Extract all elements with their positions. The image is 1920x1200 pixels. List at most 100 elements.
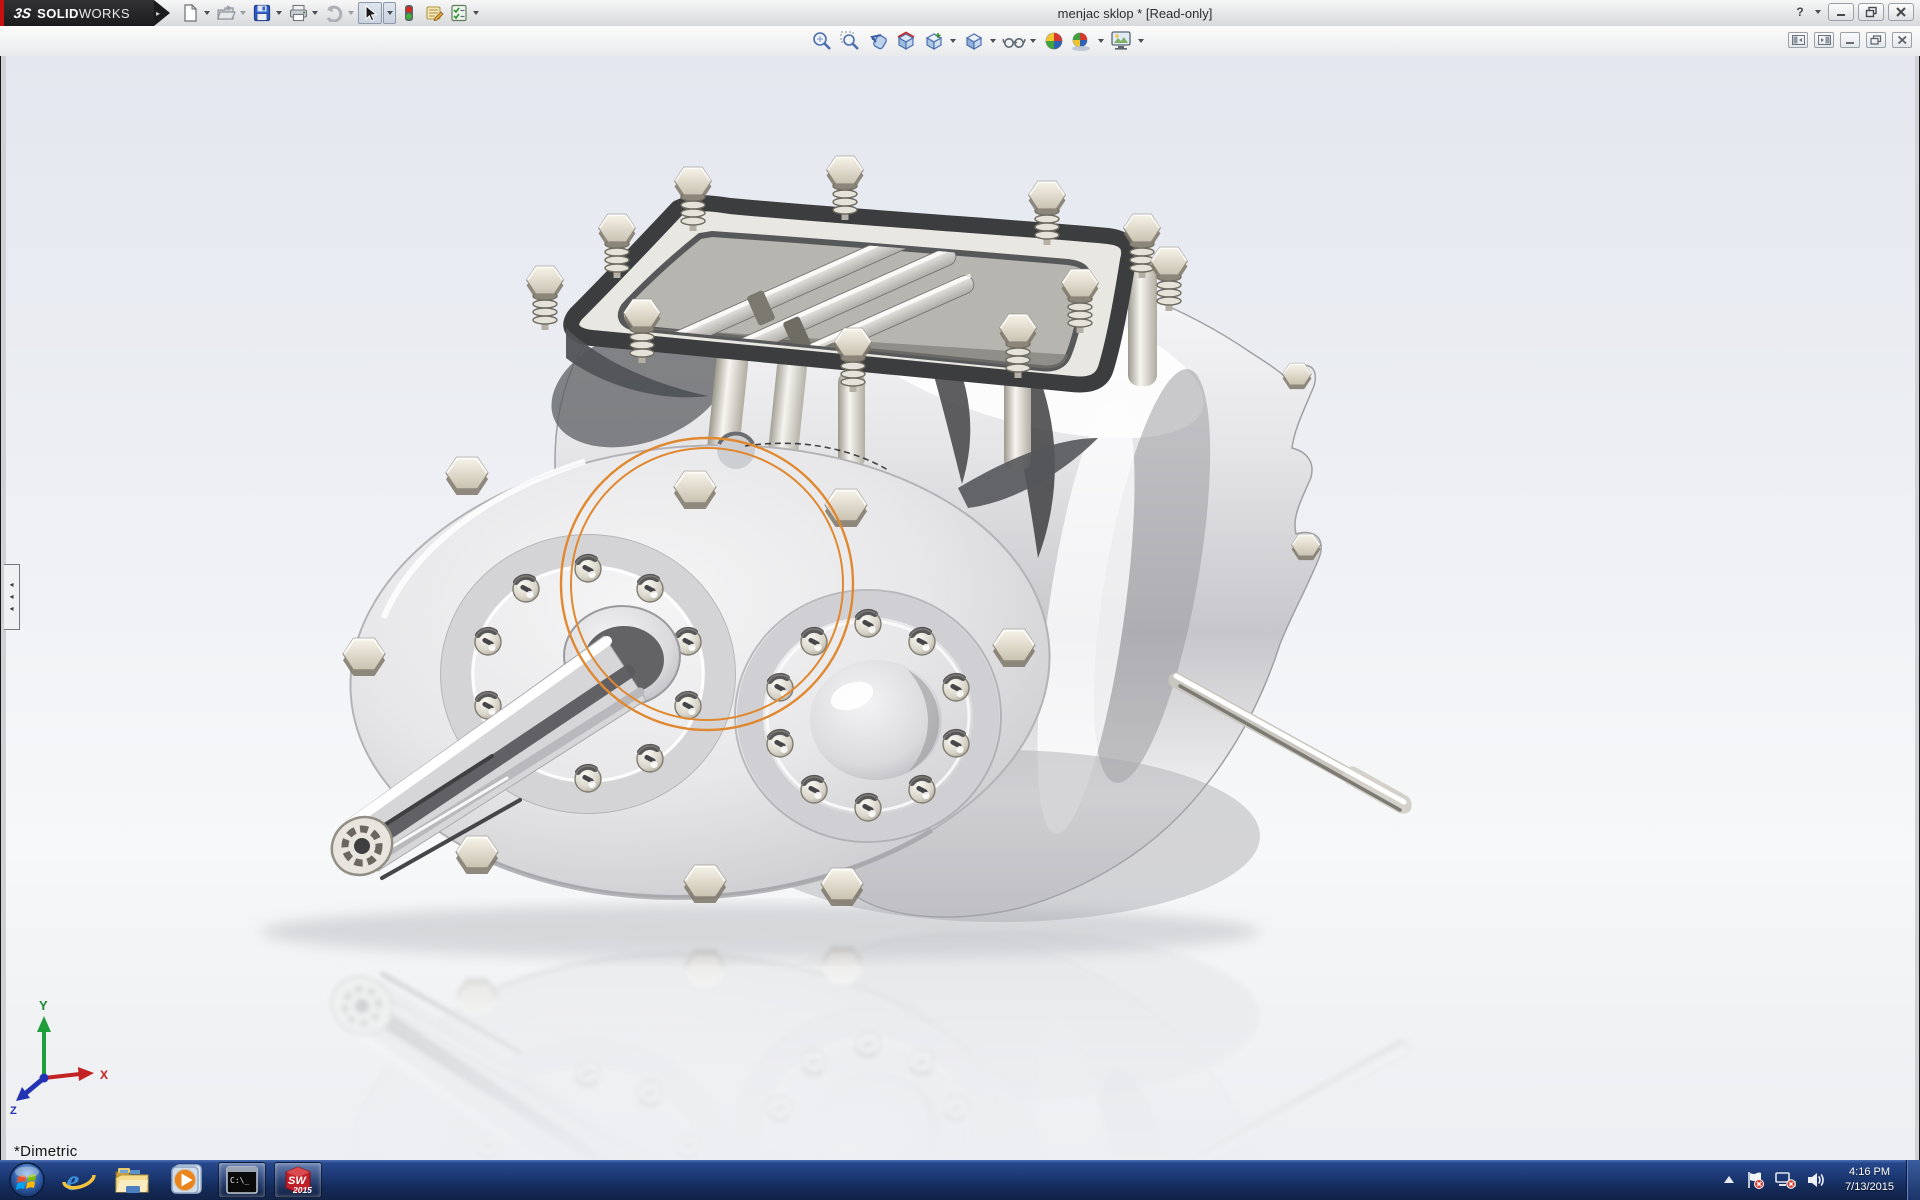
doc-restore-icon: [1870, 35, 1882, 45]
close-button[interactable]: [1888, 3, 1914, 21]
print-dropdown-caret[interactable]: [312, 11, 318, 15]
previous-view-icon: [867, 30, 889, 52]
hide-show-items-button[interactable]: [1001, 29, 1027, 53]
feature-manager-collapsed-tab[interactable]: ◂ ◂ ◂: [4, 564, 20, 630]
speaker-icon: [1807, 1171, 1827, 1189]
view-orientation-icon: [923, 30, 945, 52]
view-orientation-button[interactable]: [921, 29, 947, 53]
comment-button[interactable]: [422, 2, 446, 24]
design-checker-button[interactable]: [447, 2, 471, 24]
taskbar-solidworks-button[interactable]: SW 2015: [274, 1162, 322, 1198]
brand-solid: SOLID: [37, 6, 79, 21]
doc-restore-button[interactable]: [1866, 32, 1886, 48]
restore-icon: [1865, 6, 1878, 18]
model-reflection: [0, 926, 1920, 1160]
view-settings-icon: [1110, 30, 1134, 52]
action-center-button[interactable]: [1745, 1171, 1765, 1189]
start-button[interactable]: [6, 1160, 48, 1200]
view-tools-group: [809, 29, 1147, 53]
expand-arrow-icon: ◂: [9, 579, 13, 591]
tray-expand-arrow-icon: [1723, 1175, 1735, 1185]
graphics-area[interactable]: ◂ ◂ ◂ Y X Z *Dimetric: [0, 56, 1920, 1160]
display-style-button[interactable]: [961, 29, 987, 53]
network-status-button[interactable]: [1775, 1171, 1797, 1189]
new-document-button[interactable]: [178, 2, 202, 24]
x-axis-arrow-icon: [78, 1067, 94, 1081]
tray-expand-button[interactable]: [1723, 1175, 1735, 1185]
open-button[interactable]: [214, 2, 238, 24]
solidworks-2015-icon: SW 2015: [281, 1164, 315, 1196]
pane-right-toggle[interactable]: [1814, 32, 1834, 48]
help-button[interactable]: ?: [1790, 3, 1810, 21]
minimize-button[interactable]: [1828, 3, 1854, 21]
select-dropdown-caret: [387, 11, 393, 15]
apply-scene-caret[interactable]: [1098, 39, 1104, 43]
show-desktop-button[interactable]: [1906, 1160, 1920, 1200]
open-dropdown-caret[interactable]: [240, 11, 246, 15]
taskbar-cmd-button[interactable]: C:\_: [218, 1162, 266, 1198]
lights-button[interactable]: [397, 2, 421, 24]
x-axis-label: X: [100, 1068, 108, 1082]
3d-model-scene: [0, 56, 1920, 1160]
save-dropdown-caret[interactable]: [276, 11, 282, 15]
view-settings-button[interactable]: [1109, 29, 1135, 53]
help-dropdown-caret[interactable]: [1815, 10, 1821, 14]
open-folder-icon: [217, 4, 236, 22]
zoom-to-area-button[interactable]: [837, 29, 863, 53]
ds-logo-mark: 3S: [13, 5, 32, 21]
section-view-icon: [895, 30, 917, 52]
system-tray: 4:16 PM 7/13/2015: [1723, 1160, 1902, 1200]
clock-time: 4:16 PM: [1845, 1165, 1894, 1180]
apply-scene-icon: [1070, 30, 1094, 52]
pane-left-toggle[interactable]: [1788, 32, 1808, 48]
restore-button[interactable]: [1858, 3, 1884, 21]
select-button[interactable]: [358, 2, 382, 24]
expand-arrow-icon: ◂: [9, 603, 13, 615]
select-dropdown[interactable]: [383, 2, 396, 24]
undo-button[interactable]: [322, 2, 346, 24]
doc-minimize-button[interactable]: [1840, 32, 1860, 48]
save-button[interactable]: [250, 2, 274, 24]
doc-minimize-icon: [1845, 35, 1856, 45]
volume-button[interactable]: [1807, 1171, 1827, 1189]
sw-year: 2015: [292, 1185, 312, 1195]
internet-explorer-icon: e: [61, 1163, 97, 1197]
network-icon: [1775, 1171, 1797, 1189]
new-dropdown-caret[interactable]: [204, 11, 210, 15]
tray-clock[interactable]: 4:16 PM 7/13/2015: [1837, 1165, 1902, 1195]
doc-close-button[interactable]: [1892, 32, 1912, 48]
windows-taskbar: e: [0, 1160, 1920, 1200]
logo-flyout-arrow-icon[interactable]: ▸: [154, 0, 170, 26]
hide-show-caret[interactable]: [1030, 39, 1036, 43]
undo-dropdown-caret[interactable]: [348, 11, 354, 15]
viewport-pane-controls: [1788, 32, 1912, 48]
apply-scene-button[interactable]: [1069, 29, 1095, 53]
svg-text:e: e: [66, 1164, 79, 1197]
action-center-flag-icon: [1745, 1171, 1765, 1189]
main-toolbar: [178, 1, 482, 25]
solidworks-logo: 3S SOLIDWORKS: [4, 0, 154, 26]
cmd-prompt-text: C:\_: [230, 1176, 249, 1185]
edit-appearance-button[interactable]: [1041, 29, 1067, 53]
taskbar-wmp-button[interactable]: [164, 1160, 210, 1200]
new-document-icon: [181, 4, 199, 22]
brand-works: WORKS: [79, 6, 130, 21]
display-style-caret[interactable]: [990, 39, 996, 43]
design-checker-caret[interactable]: [473, 11, 479, 15]
taskbar-explorer-button[interactable]: [110, 1160, 156, 1200]
checklist-icon: [450, 4, 469, 22]
previous-view-button[interactable]: [865, 29, 891, 53]
taskbar-ie-button[interactable]: e: [56, 1160, 102, 1200]
window-controls: ?: [1790, 3, 1914, 21]
zoom-to-fit-button[interactable]: [809, 29, 835, 53]
command-prompt-icon: C:\_: [226, 1166, 258, 1194]
zoom-to-fit-icon: [811, 30, 833, 52]
section-view-button[interactable]: [893, 29, 919, 53]
traffic-light-icon: [403, 4, 415, 22]
view-orientation-label: *Dimetric: [14, 1143, 78, 1160]
view-orientation-caret[interactable]: [950, 39, 956, 43]
media-player-icon: [169, 1163, 205, 1197]
y-axis-label: Y: [39, 998, 48, 1013]
view-settings-caret[interactable]: [1138, 39, 1144, 43]
print-button[interactable]: [286, 2, 310, 24]
